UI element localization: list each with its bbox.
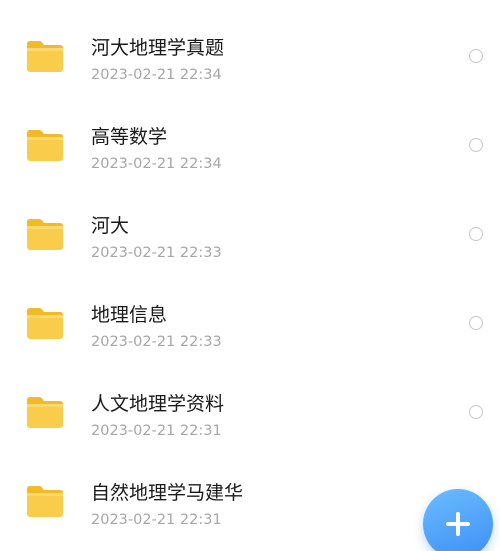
file-date: 2023-02-21 22:34 <box>91 156 222 172</box>
file-name: 人文地理学资料 <box>91 393 225 415</box>
list-item[interactable]: 河大 2023-02-21 22:33 <box>0 215 500 304</box>
select-radio[interactable] <box>469 227 483 241</box>
select-radio[interactable] <box>469 138 483 152</box>
folder-icon <box>25 217 65 251</box>
file-date: 2023-02-21 22:33 <box>91 245 222 261</box>
folder-icon <box>25 484 65 518</box>
file-date: 2023-02-21 22:31 <box>91 423 222 439</box>
select-radio[interactable] <box>469 49 483 63</box>
add-button[interactable] <box>423 489 493 551</box>
file-date: 2023-02-21 22:33 <box>91 334 222 350</box>
file-name: 自然地理学马建华 <box>91 482 244 504</box>
file-date: 2023-02-21 22:31 <box>91 512 222 528</box>
folder-icon <box>25 306 65 340</box>
list-item[interactable]: 人文地理学资料 2023-02-21 22:31 <box>0 393 500 482</box>
file-name: 河大地理学真题 <box>91 37 225 59</box>
plus-icon <box>446 512 470 536</box>
select-radio[interactable] <box>469 316 483 330</box>
file-date: 2023-02-21 22:34 <box>91 67 222 83</box>
list-item[interactable]: 地理信息 2023-02-21 22:33 <box>0 304 500 393</box>
file-name: 高等数学 <box>91 126 168 148</box>
list-item[interactable]: 河大地理学真题 2023-02-21 22:34 <box>0 37 500 126</box>
list-item[interactable]: 高等数学 2023-02-21 22:34 <box>0 126 500 215</box>
select-radio[interactable] <box>469 405 483 419</box>
folder-icon <box>25 39 65 73</box>
folder-icon <box>25 395 65 429</box>
file-name: 河大 <box>91 215 130 237</box>
folder-icon <box>25 128 65 162</box>
file-list: 河大地理学真题 2023-02-21 22:34 高等数学 2023-02-21… <box>0 0 500 551</box>
file-name: 地理信息 <box>91 304 168 326</box>
